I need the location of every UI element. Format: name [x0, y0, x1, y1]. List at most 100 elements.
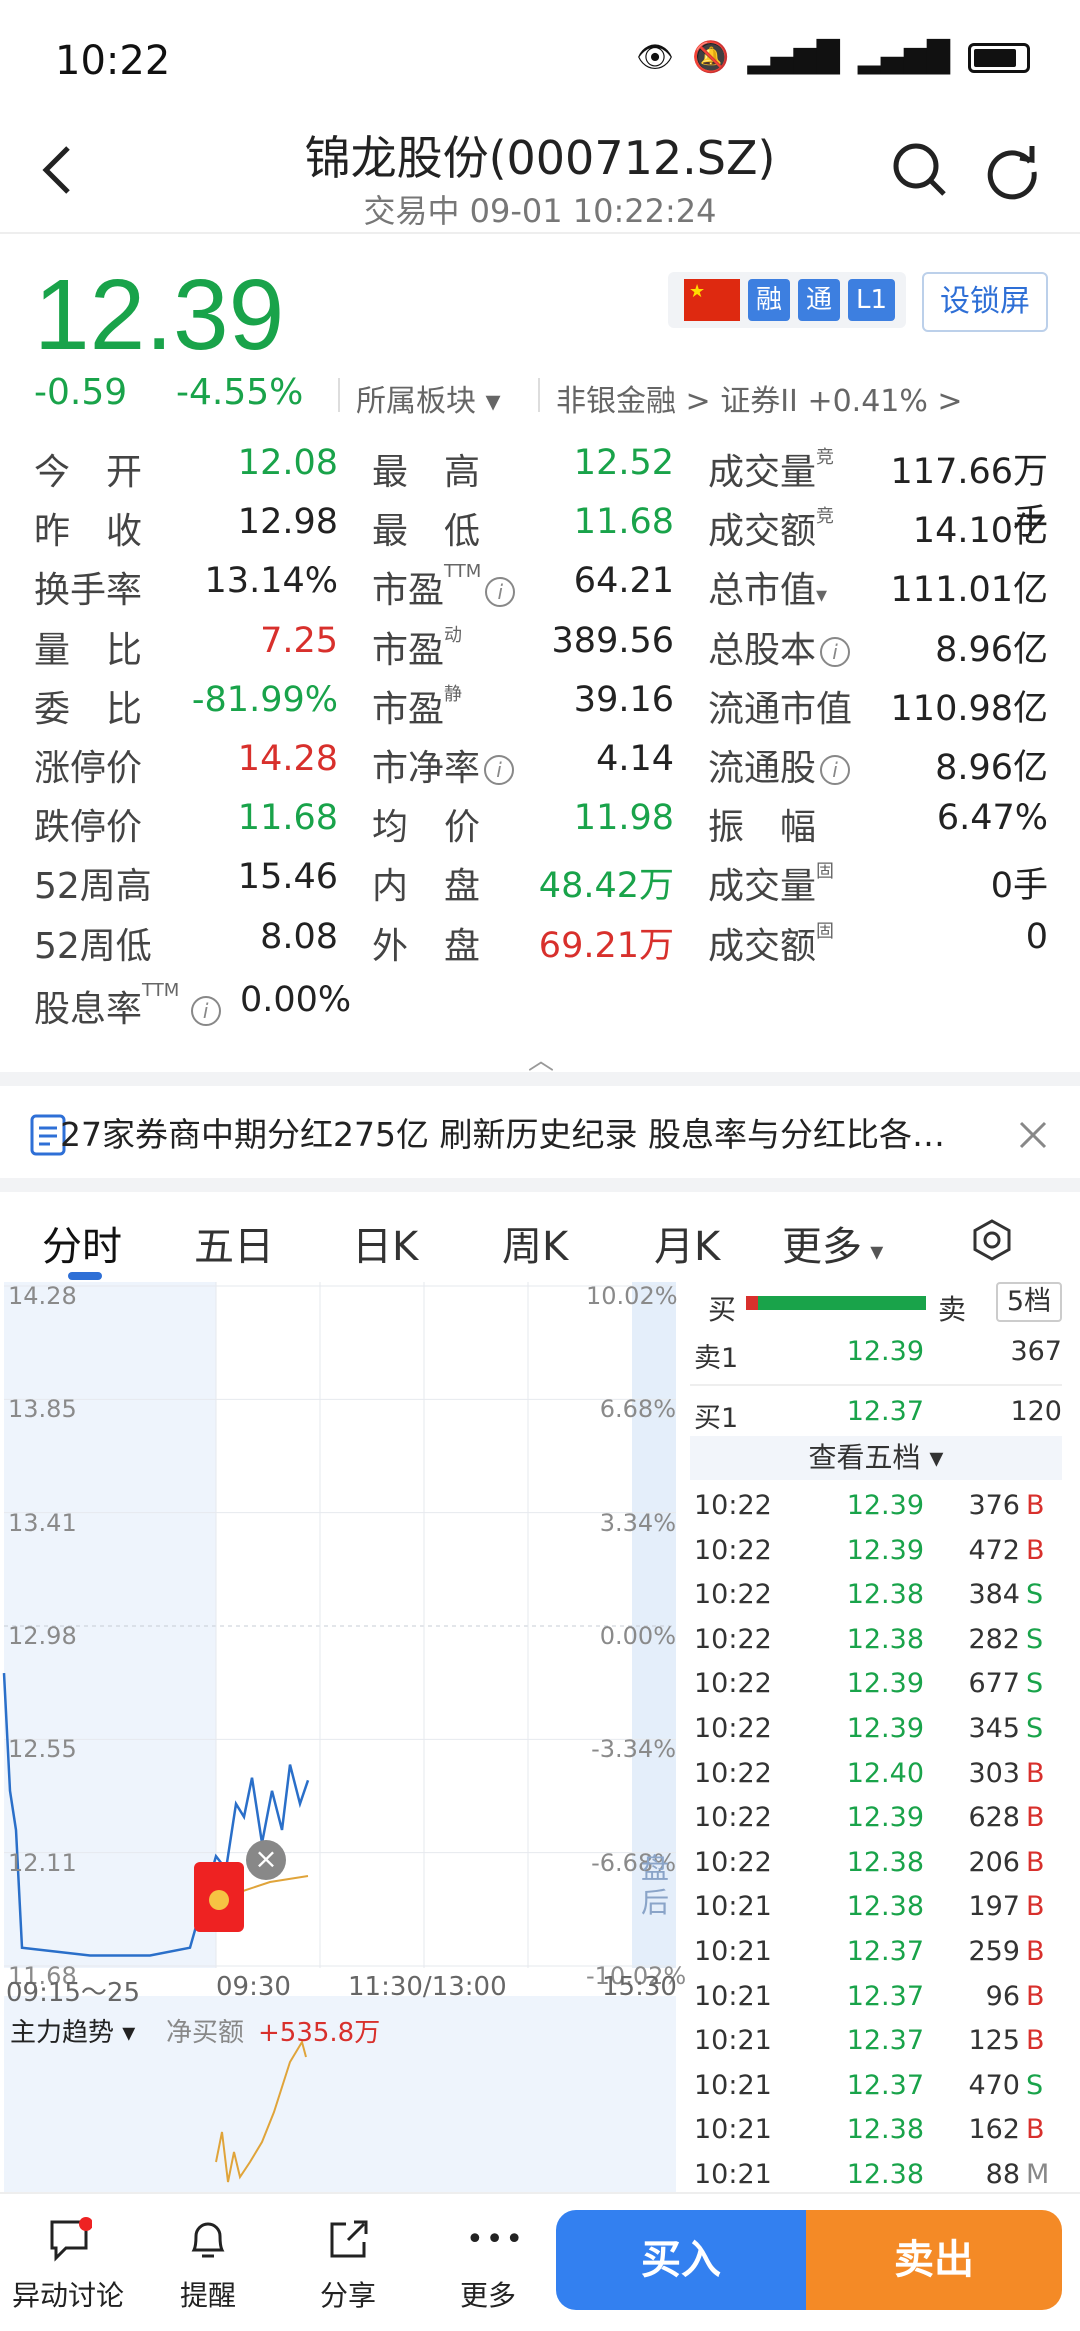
stat-value: 14.28: [237, 739, 338, 779]
sector-link[interactable]: 非银金融 > 证券II +0.41% >: [556, 376, 963, 420]
trade-time: 10:22: [694, 1490, 772, 1521]
trade-time: 10:22: [694, 1623, 772, 1655]
view-five-levels-button[interactable]: 查看五档 ▾: [690, 1436, 1062, 1480]
intraday-chart[interactable]: [0, 1282, 684, 2192]
tab-weekly-k[interactable]: 周K: [502, 1214, 568, 1272]
sell-button[interactable]: 卖出: [806, 2210, 1062, 2310]
trade-time: 10:21: [694, 2025, 772, 2057]
trade-side: S: [1026, 1668, 1044, 1700]
sell-ratio-bar: [758, 1296, 926, 1310]
stat-value: 14.10亿: [912, 511, 1048, 552]
trade-price: 12.39: [846, 1668, 924, 1700]
trade-time: 10:22: [694, 1802, 772, 1834]
stat-value: 4.14: [596, 739, 674, 779]
mute-icon: 🔕: [692, 40, 730, 75]
trade-side: B: [1026, 1936, 1045, 1967]
stat-value: 48.42万: [538, 866, 674, 907]
stat-value: 8.96亿: [935, 748, 1048, 788]
buy-label: 买: [708, 1293, 737, 1326]
battery-icon: [968, 42, 1030, 73]
trade-side: B: [1026, 1757, 1045, 1789]
stat-label: 外 盘: [372, 925, 481, 967]
settings-icon[interactable]: [970, 1218, 1014, 1262]
trade-price: 12.39: [846, 1713, 924, 1744]
ask1-label: 卖1: [694, 1343, 739, 1374]
y-price-label: 12.98: [8, 1622, 77, 1650]
buy-button[interactable]: 买入: [556, 2210, 806, 2310]
stat-label: 流通股 i: [708, 739, 851, 791]
connect-badge: 通: [798, 279, 841, 321]
trade-price: 12.39: [846, 1802, 924, 1834]
lock-screen-button[interactable]: 设锁屏: [922, 272, 1048, 332]
info-icon[interactable]: i: [820, 755, 851, 785]
stat-label: 最 低: [372, 511, 481, 553]
trade-volume: 345: [968, 1713, 1020, 1744]
y-pct-label: 0.00%: [599, 1622, 676, 1650]
net-buy-value: +535.8万: [258, 2018, 381, 2048]
news-headline[interactable]: 27家券商中期分红275亿 刷新历史纪录 股息率与分红比各…: [60, 1108, 945, 1156]
trade-volume: 376: [968, 1490, 1020, 1521]
trade-time: 10:21: [694, 1936, 772, 1967]
trade-side: S: [1026, 1579, 1044, 1611]
tab-more[interactable]: 更多 ▾: [782, 1214, 883, 1272]
trade-time: 10:22: [694, 1757, 772, 1789]
trade-time: 10:21: [694, 1891, 772, 1923]
stat-value: -81.99%: [191, 679, 338, 720]
trade-side: B: [1026, 1846, 1045, 1878]
y-price-label: 14.28: [8, 1282, 77, 1310]
tab-five-day[interactable]: 五日: [194, 1214, 274, 1272]
trade-volume: 96: [985, 1980, 1020, 2012]
main-trend-dropdown[interactable]: 主力趋势 ▾: [10, 2012, 135, 2049]
stat-label: 52周低: [34, 925, 152, 967]
stat-label: 市盈静: [372, 683, 463, 730]
stat-value: 11.68: [237, 798, 338, 839]
bottom-item-share[interactable]: 分享: [288, 2274, 408, 2314]
bottom-item-discussion[interactable]: 异动讨论: [8, 2274, 128, 2314]
tab-monthly-k[interactable]: 月K: [654, 1214, 720, 1272]
trade-price: 12.38: [846, 1623, 924, 1655]
dropdown-icon: ▾: [816, 583, 828, 609]
bottom-item-alert[interactable]: 提醒: [148, 2274, 268, 2314]
status-time: 10:22: [55, 38, 171, 84]
y-price-label: 12.55: [8, 1735, 77, 1764]
price-change: -0.59: [34, 372, 128, 413]
tab-intraday[interactable]: 分时: [42, 1214, 122, 1272]
x-label-3: 15:30: [602, 1972, 677, 2002]
trade-side: B: [1026, 2025, 1045, 2057]
trade-volume: 472: [968, 1534, 1020, 1566]
trade-time: 10:21: [694, 2069, 772, 2101]
after-hours-label: 盘后: [640, 1852, 669, 1919]
buy-ratio-bar: [746, 1296, 758, 1310]
trade-volume: 303: [968, 1757, 1020, 1789]
trade-time: 10:21: [694, 2159, 772, 2190]
stat-value: 0: [1025, 916, 1048, 957]
stat-label: 市盈TTMi: [372, 561, 516, 613]
stat-label: 今 开: [34, 452, 143, 493]
y-price-label: 13.85: [8, 1395, 77, 1424]
stat-value: 15.46: [237, 857, 338, 898]
stat-value: 12.52: [573, 443, 674, 483]
bottom-item-more[interactable]: 更多: [428, 2274, 548, 2314]
trade-side: S: [1026, 2069, 1044, 2101]
ask1-volume: 367: [1010, 1336, 1062, 1367]
stat-label: 市净率 i: [372, 739, 515, 791]
five-levels-button[interactable]: 5档: [996, 1282, 1062, 1322]
bid1-price: 12.37: [846, 1396, 924, 1427]
trade-price: 12.39: [846, 1534, 924, 1566]
sector-dropdown[interactable]: 所属板块 ▾: [356, 376, 501, 420]
stat-value: 12.08: [237, 443, 338, 483]
trade-time: 10:22: [694, 1668, 772, 1700]
trade-side: B: [1026, 2114, 1045, 2146]
red-packet-icon[interactable]: [194, 1862, 244, 1932]
dismiss-icon[interactable]: ×: [246, 1840, 286, 1880]
price-change-pct: -4.55%: [176, 372, 304, 413]
refresh-icon[interactable]: [982, 140, 1042, 200]
sell-label: 卖: [938, 1293, 967, 1326]
search-icon[interactable]: [890, 140, 950, 200]
close-icon[interactable]: [1018, 1120, 1048, 1150]
info-icon[interactable]: i: [820, 636, 851, 667]
trade-price: 12.38: [846, 1891, 924, 1923]
stat-value: 13.14%: [204, 561, 338, 602]
tab-daily-k[interactable]: 日K: [352, 1214, 418, 1272]
eye-icon: 👁: [635, 40, 675, 75]
